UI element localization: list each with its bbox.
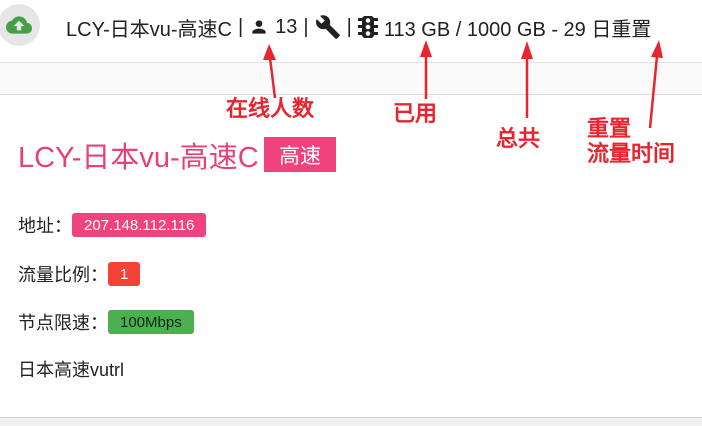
annotation-reset-line1: 重置 bbox=[587, 116, 632, 141]
annotation-total: 总共 bbox=[496, 126, 541, 151]
arrowhead-reset bbox=[651, 40, 663, 58]
annotation-online: 在线人数 bbox=[226, 96, 315, 121]
arrowhead-online bbox=[263, 44, 276, 60]
annotation-arrows bbox=[263, 40, 663, 129]
arrow-online bbox=[268, 57, 277, 99]
arrow-reset bbox=[648, 55, 659, 129]
arrowhead-total bbox=[521, 41, 533, 59]
annotation-reset-line2: 流量时间 bbox=[587, 141, 676, 166]
arrowhead-used bbox=[420, 40, 432, 57]
annotation-used: 已用 bbox=[393, 101, 438, 126]
